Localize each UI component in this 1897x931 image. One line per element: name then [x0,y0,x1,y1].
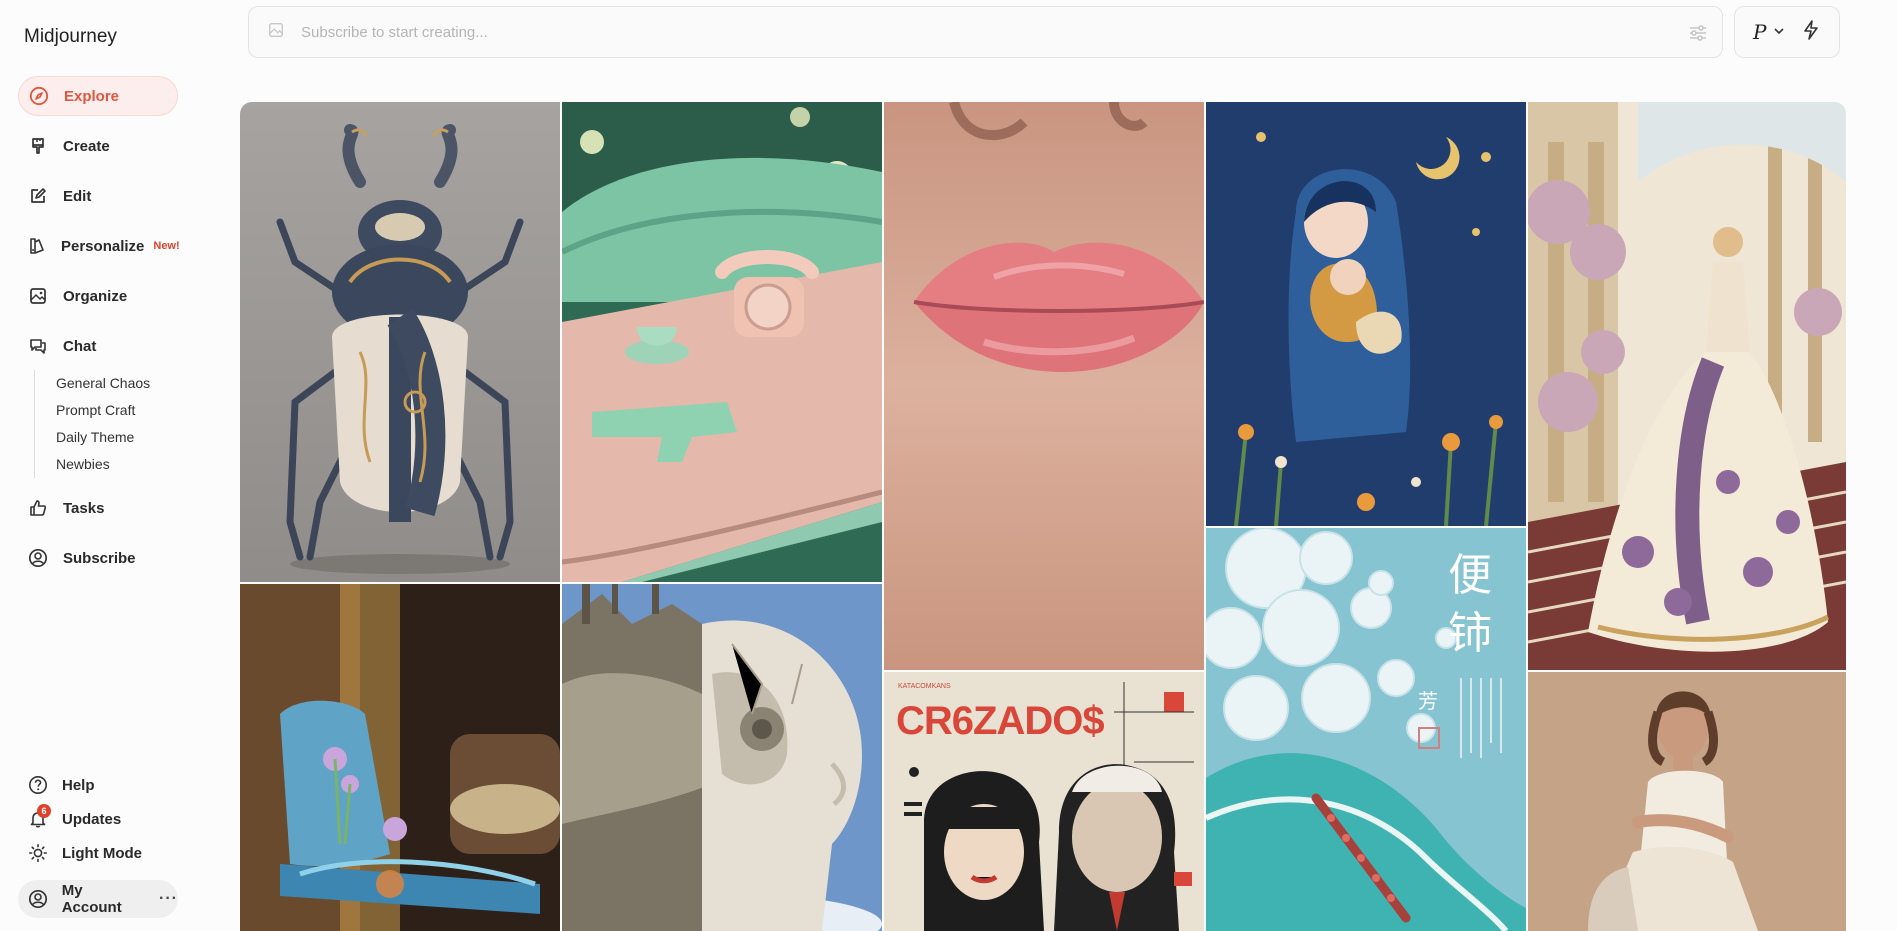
nav-tasks[interactable]: Tasks [18,488,178,528]
palace-gown-image [1528,102,1846,670]
help-link[interactable]: Help [18,768,178,802]
nav-chat[interactable]: Chat [18,326,178,366]
lightning-icon[interactable] [1802,19,1820,45]
chat-channel-list: General Chaos Prompt Craft Daily Theme N… [34,370,178,478]
gallery-item-glass-chair[interactable] [240,584,560,931]
updates-count-badge: 6 [37,804,51,818]
glass-chair-image [240,584,560,931]
mode-dropdown[interactable]: P [1753,20,1766,44]
nav-label: Chat [63,337,97,355]
light-mode-toggle[interactable]: Light Mode [18,836,178,870]
user-circle-icon [27,888,49,910]
bell-icon: 6 [27,804,51,830]
more-options-icon[interactable]: ··· [159,890,178,908]
poster-kicker: KATACOMKANS [898,683,951,690]
stone-head-city-image [562,584,882,931]
retro-diner-phone-image [562,102,882,582]
lips-closeup-image [884,102,1204,670]
help-icon [27,774,49,796]
poster-faces-image: KATACOMKANS CR6ZADO$ [884,672,1204,931]
help-label: Help [62,776,95,794]
light-mode-label: Light Mode [62,844,142,862]
gallery-item-retro-diner[interactable] [562,102,882,582]
white-dress-portrait-image [1528,672,1846,931]
compass-icon [28,85,50,107]
bubble-wave-image: 便 铈 芳 [1206,528,1526,931]
wave-poster-small-char: 芳 [1418,689,1438,713]
account-label: My Account [61,882,122,916]
nav-explore[interactable]: Explore [18,76,178,116]
nav-label: Tasks [63,499,105,517]
sidebar-bottom: Help 6 Updates Light Mode My Account ··· [18,768,178,918]
wave-poster-char-2: 铈 [1448,608,1492,659]
gallery-item-lips-closeup[interactable] [884,102,1204,670]
pencil-icon [27,185,49,207]
nav-personalize[interactable]: Personalize New! [18,226,180,266]
my-account-button[interactable]: My Account ··· [18,880,178,918]
gallery-item-felt-mother-child[interactable] [1206,102,1526,526]
nav-organize[interactable]: Organize [18,276,178,316]
nav-label: Organize [63,287,128,305]
image-icon[interactable] [267,21,285,44]
sun-icon [27,842,49,864]
nav-edit[interactable]: Edit [18,176,178,216]
ornate-beetle-image [276,124,524,574]
explore-gallery: KATACOMKANS CR6ZADO$ 便 铈 芳 [240,102,1846,931]
sidebar: Midjourney Explore Create Edit Personali… [0,0,200,931]
prompt-input[interactable] [299,22,1603,42]
mode-selector: P [1734,6,1840,58]
nav-label: Subscribe [63,549,136,567]
palette-icon [27,235,47,257]
prompt-bar [248,6,1723,58]
nav-create[interactable]: Create [18,126,178,166]
gallery-item-white-dress-portrait[interactable] [1528,672,1846,931]
updates-link[interactable]: 6 Updates [18,802,178,836]
thumbs-up-icon [27,497,49,519]
gallery-item-ornate-beetle[interactable] [240,102,560,582]
chat-channel-prompt-craft[interactable]: Prompt Craft [56,397,178,424]
main-nav: Explore Create Edit Personalize New! Org… [18,76,180,588]
chevron-down-icon[interactable] [1774,27,1785,38]
updates-label: Updates [62,810,122,828]
nav-label: Personalize [61,237,145,255]
nav-subscribe[interactable]: Subscribe [18,538,178,578]
gallery-item-stone-head-city[interactable] [562,584,882,931]
chat-channel-newbies[interactable]: Newbies [56,451,178,478]
felt-mother-child-image [1206,102,1526,526]
chat-icon [27,335,49,357]
chat-channel-general-chaos[interactable]: General Chaos [56,370,178,397]
nav-label: Explore [64,87,120,105]
poster-title: CR6ZADO$ [896,699,1104,743]
settings-sliders-icon[interactable] [1688,23,1708,48]
gallery-item-bubble-wave[interactable]: 便 铈 芳 [1206,528,1526,931]
new-badge: New! [153,240,180,252]
brush-icon [27,135,49,157]
gallery-item-palace-gown[interactable] [1528,102,1846,670]
chat-channel-daily-theme[interactable]: Daily Theme [56,424,178,451]
image-icon [27,285,49,307]
wave-poster-char-1: 便 [1448,550,1492,601]
nav-label: Edit [63,187,92,205]
app-logo[interactable]: Midjourney [24,26,117,48]
nav-label: Create [63,137,110,155]
user-circle-icon [27,547,49,569]
gallery-item-poster[interactable]: KATACOMKANS CR6ZADO$ [884,672,1204,931]
